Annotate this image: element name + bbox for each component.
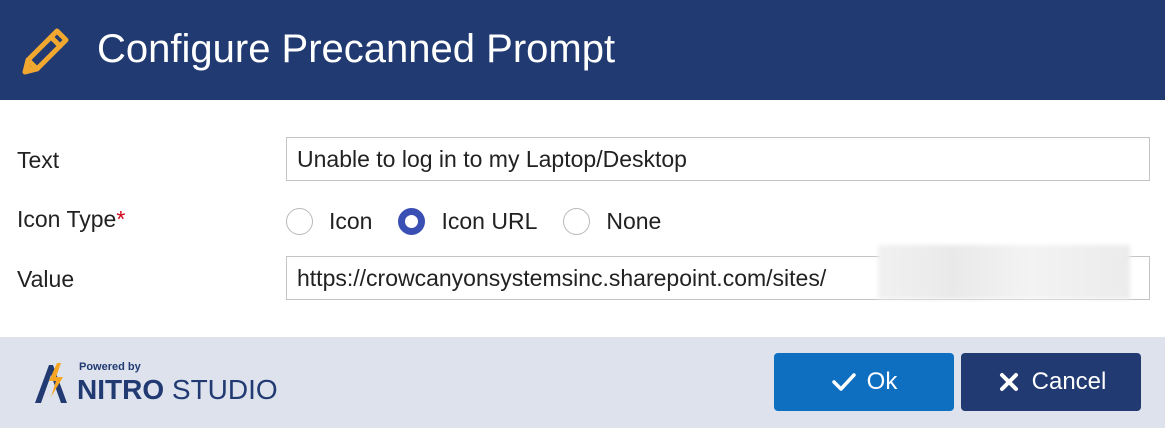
radio-button-icon[interactable] <box>286 207 313 235</box>
radio-label-icon-url: Icon URL <box>441 207 538 234</box>
dialog-footer: Powered by NITRO STUDIO Ok Cancel <box>0 337 1165 428</box>
required-marker: * <box>116 206 126 232</box>
brand-name-regular: STUDIO <box>171 374 278 405</box>
x-icon <box>999 373 1018 391</box>
radio-option-none[interactable]: None <box>563 207 662 235</box>
brand-name-bold: NITRO <box>77 374 165 405</box>
radio-option-icon-url[interactable]: Icon URL <box>398 207 538 235</box>
dialog-body: Text Icon Type* Icon Icon URL None Value <box>0 100 1165 337</box>
radio-option-icon[interactable]: Icon <box>286 207 373 235</box>
icon-type-radio-group: Icon Icon URL None <box>286 203 687 239</box>
dialog-title: Configure Precanned Prompt <box>97 27 616 71</box>
cancel-button-label: Cancel <box>1031 368 1107 395</box>
powered-by-brand: Powered by NITRO STUDIO <box>31 357 311 409</box>
icon-type-label: Icon Type* <box>17 206 125 233</box>
value-label: Value <box>17 266 75 292</box>
checkmark-icon <box>831 373 856 391</box>
nitro-logo-icon <box>35 363 67 403</box>
ok-button[interactable]: Ok <box>774 353 954 411</box>
configure-prompt-dialog: Configure Precanned Prompt Text Icon Typ… <box>0 0 1165 428</box>
brand-name: NITRO STUDIO <box>77 374 278 406</box>
text-label: Text <box>17 147 60 173</box>
pencil-icon <box>22 28 69 75</box>
powered-by-text: Powered by <box>79 361 141 373</box>
radio-label-icon: Icon <box>329 207 373 234</box>
radio-button-none[interactable] <box>563 207 591 235</box>
dialog-header: Configure Precanned Prompt <box>0 0 1165 100</box>
radio-label-none: None <box>606 207 662 234</box>
radio-button-icon-url[interactable] <box>398 207 426 235</box>
redacted-region <box>878 245 1130 299</box>
ok-button-label: Ok <box>866 368 898 395</box>
icon-type-label-text: Icon Type <box>17 206 117 232</box>
cancel-button[interactable]: Cancel <box>961 353 1141 411</box>
text-input[interactable] <box>286 137 1150 181</box>
